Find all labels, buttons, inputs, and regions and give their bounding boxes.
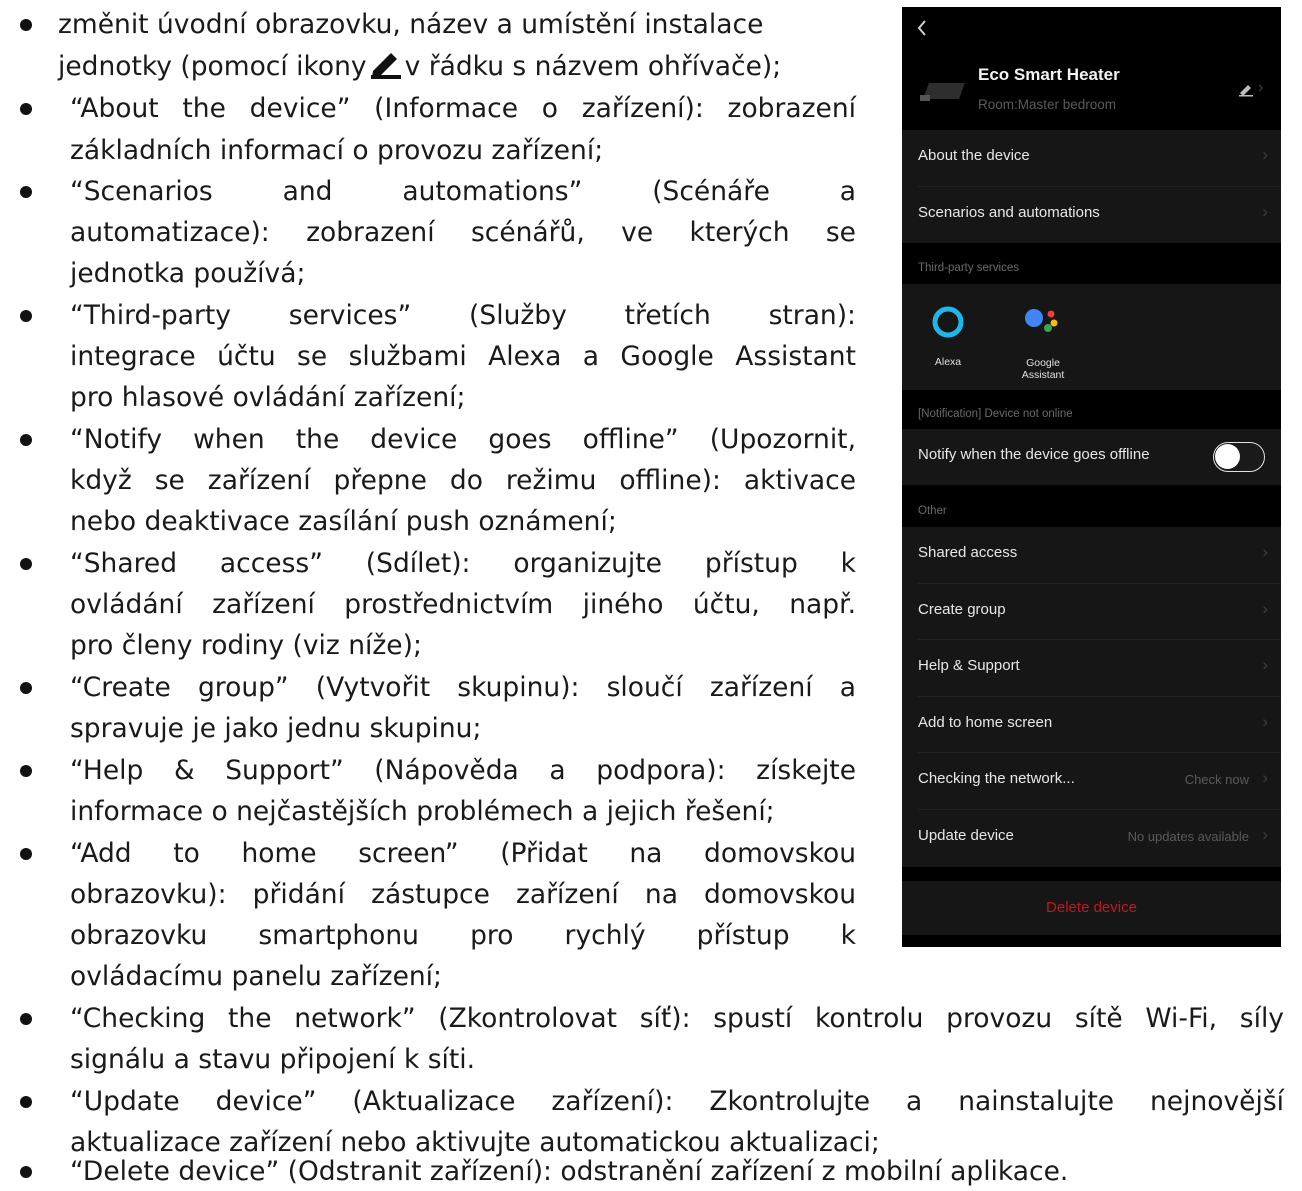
bullet-dot	[20, 1013, 32, 1025]
list-item-line: “About the device” (Informace o zařízení…	[70, 93, 856, 124]
update-status-value: No updates available	[1127, 829, 1249, 844]
bullet-dot	[20, 186, 32, 198]
google-label: Google	[1026, 357, 1060, 369]
chevron-right-icon: ›	[1262, 202, 1268, 221]
list-item-text: v řádku s názvem ohřívače);	[404, 51, 782, 82]
list-item-line: “Checking the network” (Zkontrolovat síť…	[70, 1003, 1284, 1034]
list-item-line: ovládání zařízení prostřednictvím jiného…	[70, 589, 856, 620]
row-label: Help & Support	[918, 657, 1020, 674]
list-item-line: obrazovku): přidání zástupce zařízení na…	[70, 879, 856, 910]
other-section: Shared access › Create group › Help & Su…	[902, 527, 1281, 867]
list-item-line: “Add to home screen” (Přidat na domovsko…	[70, 838, 856, 869]
list-item-line: “Notify when the device goes offline” (U…	[70, 424, 856, 455]
notify-offline-toggle[interactable]	[1213, 442, 1265, 472]
bullet-dot	[20, 19, 32, 31]
check-now-value: Check now	[1184, 772, 1249, 787]
chevron-right-icon: ›	[1262, 542, 1268, 561]
bullet-dot	[20, 1166, 32, 1178]
section-header: Other	[918, 505, 947, 517]
chevron-right-icon: ›	[1262, 825, 1268, 844]
list-item-line: obrazovku smartphonu pro rychlý přístup …	[70, 920, 856, 951]
list-item-line: “Scenarios and automations” (Scénáře a	[70, 176, 856, 207]
back-chevron-icon[interactable]	[916, 19, 928, 37]
list-item-line: “Update device” (Aktualizace zařízení): …	[70, 1086, 1284, 1117]
third-party-section: Alexa Google Assistant	[902, 284, 1281, 390]
list-item-text: jednotky (pomocí ikony	[58, 51, 367, 82]
bullet-dot	[20, 848, 32, 860]
google-assistant-icon	[1025, 309, 1058, 332]
list-item-line: ovládacímu panelu zařízení;	[70, 961, 442, 992]
list-item-line: pro členy rodiny (viz níže);	[70, 630, 422, 661]
list-item-line: když se zařízení přepne do režimu offlin…	[70, 465, 856, 496]
list-item-line: “Delete device” (Odstranit zařízení): od…	[70, 1156, 1069, 1187]
about-device-row[interactable]: About the device ›	[902, 130, 1281, 186]
row-label: Scenarios and automations	[918, 204, 1100, 221]
shared-access-row[interactable]: Shared access ›	[902, 527, 1281, 583]
list-item-line: “Create group” (Vytvořit skupinu): slouč…	[70, 672, 856, 703]
list-item-line: spravuje je jako jednu skupinu;	[70, 713, 482, 744]
delete-device-label: Delete device	[1046, 899, 1137, 916]
google-assistant-service[interactable]: Google Assistant	[1006, 304, 1080, 388]
bullet-dot	[20, 682, 32, 694]
list-item-line: “Third-party services” (Služby třetích s…	[70, 300, 856, 331]
row-label: Update device	[918, 827, 1014, 844]
bullet-dot	[20, 1096, 32, 1108]
bullet-dot	[20, 434, 32, 446]
notification-section: Notify when the device goes offline	[902, 429, 1281, 485]
device-thumbnail	[920, 81, 965, 101]
list-item-line: jednotka používá;	[70, 258, 306, 289]
list-item-line: signálu a stavu připojení k síti.	[70, 1044, 476, 1075]
row-label: Shared access	[918, 544, 1018, 561]
list-item-line: “Help & Support” (Nápověda a podpora): z…	[70, 755, 856, 786]
google-label-line2: Assistant	[1021, 369, 1065, 381]
list-item-line: pro hlasové ovládání zařízení;	[70, 382, 466, 413]
device-room: Room:Master bedroom	[978, 97, 1117, 112]
row-label: Checking the network...	[918, 770, 1075, 787]
list-item-line: automatizace): zobrazení scénářů, ve kte…	[70, 217, 856, 248]
alexa-label: Alexa	[934, 356, 962, 368]
section-header: Third-party services	[918, 262, 1019, 274]
chevron-right-icon: ›	[1258, 79, 1264, 96]
chevron-right-icon: ›	[1262, 768, 1268, 787]
create-group-row[interactable]: Create group ›	[902, 584, 1281, 640]
bullet-dot	[20, 103, 32, 115]
list-item-line: změnit úvodní obrazovku, název a umístěn…	[58, 9, 764, 40]
settings-section: About the device › Scenarios and automat…	[902, 130, 1281, 243]
checking-network-row[interactable]: Checking the network... Check now ›	[902, 753, 1281, 809]
add-home-screen-row[interactable]: Add to home screen ›	[902, 697, 1281, 753]
list-item-line: informace o nejčastějších problémech a j…	[70, 796, 775, 827]
pencil-icon	[370, 53, 401, 79]
row-label: Add to home screen	[918, 714, 1053, 731]
bullet-dot	[20, 558, 32, 570]
list-item-line: “Shared access” (Sdílet): organizujte př…	[70, 548, 856, 579]
scenarios-row[interactable]: Scenarios and automations ›	[902, 187, 1281, 243]
chevron-right-icon: ›	[1262, 655, 1268, 674]
bullet-dot	[20, 765, 32, 777]
alexa-icon	[932, 306, 964, 338]
chevron-right-icon: ›	[1262, 712, 1268, 731]
phone-screenshot: Eco Smart Heater Room:Master bedroom › A…	[902, 7, 1281, 947]
help-support-row[interactable]: Help & Support ›	[902, 640, 1281, 696]
list-item-line: integrace účtu se službami Alexa a Googl…	[70, 341, 856, 372]
row-label: About the device	[918, 147, 1030, 164]
list-item-line: nebo deaktivace zasílání push oznámení;	[70, 506, 617, 537]
section-header: [Notification] Device not online	[918, 408, 1073, 420]
device-name: Eco Smart Heater	[978, 65, 1120, 84]
edit-icon[interactable]	[1238, 83, 1254, 97]
update-device-row[interactable]: Update device No updates available ›	[902, 810, 1281, 866]
bullet-dot	[20, 310, 32, 322]
alexa-service[interactable]: Alexa	[916, 304, 980, 374]
list-item-line: jednotky (pomocí ikony v řádku s názvem o…	[58, 48, 781, 86]
chevron-right-icon: ›	[1262, 145, 1268, 164]
list-item-line: základních informací o provozu zařízení;	[70, 135, 604, 166]
row-label: Create group	[918, 601, 1006, 618]
row-label: Notify when the device goes offline	[918, 446, 1150, 463]
chevron-right-icon: ›	[1262, 599, 1268, 618]
delete-device-button[interactable]: Delete device	[902, 881, 1281, 935]
